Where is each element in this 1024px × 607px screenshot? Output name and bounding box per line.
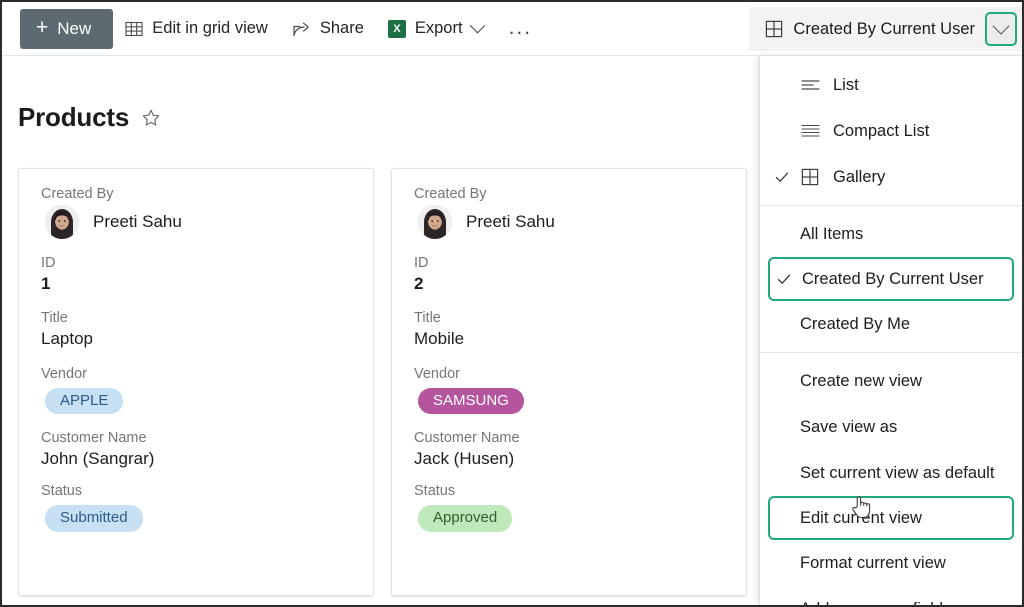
vendor-badge: SAMSUNG	[418, 388, 524, 415]
star-outline-icon[interactable]	[141, 108, 161, 128]
view-selector[interactable]: Created By Current User	[749, 7, 1022, 51]
menu-item-label: Gallery	[833, 167, 886, 186]
customer-name-label: Customer Name	[414, 430, 520, 447]
checkmark-icon	[774, 169, 790, 185]
gallery-card[interactable]: Created By	[391, 168, 747, 596]
excel-icon: X	[387, 19, 406, 38]
menu-item-add-or-remove-fields[interactable]: Add or remove fields	[760, 586, 1022, 606]
created-by-person: Preeti Sahu	[41, 205, 351, 239]
chevron-down-icon	[992, 17, 1010, 35]
created-by-value: Preeti Sahu	[93, 212, 182, 231]
view-selector-chevron-button[interactable]	[985, 12, 1017, 46]
plus-icon: +	[36, 16, 49, 39]
gallery-grid-icon	[765, 20, 783, 38]
gallery-card[interactable]: Created By	[18, 168, 374, 596]
new-button[interactable]: + New	[20, 8, 114, 49]
edit-in-grid-view-button[interactable]: Edit in grid view	[113, 9, 280, 49]
app-window: + New Edit in grid view Share X Export .…	[0, 0, 1024, 607]
page-title-row: Products	[18, 102, 161, 133]
created-by-person: Preeti Sahu	[414, 205, 724, 239]
customer-name-label: Customer Name	[41, 430, 147, 447]
status-label: Status	[414, 483, 456, 500]
menu-item-all-items[interactable]: All Items	[760, 211, 1022, 257]
id-value: 1	[41, 274, 51, 293]
menu-item-set-current-view-as-default[interactable]: Set current view as default	[760, 450, 1022, 496]
gallery-grid-icon	[801, 168, 819, 186]
created-by-value: Preeti Sahu	[466, 212, 555, 231]
title-label: Title	[414, 310, 441, 326]
menu-item-label: Format current view	[800, 553, 946, 572]
status-label: Status	[41, 483, 83, 500]
avatar	[418, 205, 452, 239]
menu-item-label: All Items	[800, 224, 864, 243]
title-value: Mobile	[414, 329, 465, 348]
view-selector-label: Created By Current User	[793, 19, 975, 38]
customer-name-value: Jack (Husen)	[414, 449, 515, 469]
menu-item-label: Save view as	[800, 417, 898, 436]
title-label: Title	[41, 310, 68, 326]
menu-item-gallery[interactable]: Gallery	[760, 154, 1022, 200]
checkmark-icon	[776, 271, 792, 287]
export-label: Export	[414, 19, 463, 37]
menu-item-label: Edit current view	[800, 508, 922, 527]
share-label: Share	[319, 19, 364, 37]
created-by-label: Created By	[41, 186, 114, 202]
share-icon	[292, 20, 311, 38]
id-label: ID	[414, 255, 429, 271]
status-badge: Submitted	[45, 505, 143, 532]
id-label: ID	[41, 255, 56, 271]
menu-item-label: Set current view as default	[800, 463, 995, 482]
list-icon	[801, 77, 820, 93]
menu-item-label: Created By Current User	[802, 269, 984, 288]
menu-divider	[760, 205, 1022, 206]
grid-icon	[125, 20, 143, 38]
gallery-cards: Created By Preeti Sahu ID 1 Title Laptop…	[18, 168, 810, 596]
menu-item-label: List	[833, 75, 859, 94]
share-button[interactable]: Share	[280, 9, 376, 49]
menu-item-label: Created By Me	[800, 314, 911, 333]
title-value: Laptop	[41, 329, 93, 348]
new-button-label: New	[57, 18, 92, 38]
edit-in-grid-view-label: Edit in grid view	[152, 19, 268, 37]
customer-name-value: John (Sangrar)	[41, 449, 155, 469]
menu-item-label: Add or remove fields	[800, 600, 951, 606]
page-title: Products	[18, 102, 130, 132]
menu-divider	[760, 352, 1022, 353]
menu-item-created-by-me[interactable]: Created By Me	[760, 301, 1022, 347]
avatar	[45, 205, 79, 239]
vendor-label: Vendor	[414, 366, 460, 382]
export-button[interactable]: X Export	[376, 9, 495, 49]
menu-item-compact-list[interactable]: Compact List	[760, 108, 1022, 154]
status-badge: Approved	[418, 505, 513, 532]
menu-item-format-current-view[interactable]: Format current view	[760, 540, 1022, 586]
menu-item-label: Create new view	[800, 371, 922, 390]
vendor-label: Vendor	[41, 366, 87, 382]
menu-item-create-new-view[interactable]: Create new view	[760, 358, 1022, 404]
compact-list-icon	[801, 123, 820, 139]
menu-item-created-by-current-user[interactable]: Created By Current User	[768, 257, 1014, 301]
menu-item-list[interactable]: List	[760, 62, 1022, 108]
vendor-badge: APPLE	[45, 388, 124, 415]
menu-item-save-view-as[interactable]: Save view as	[760, 404, 1022, 450]
more-options-icon[interactable]: ...	[495, 9, 547, 49]
menu-item-label: Compact List	[833, 121, 930, 140]
created-by-label: Created By	[414, 186, 487, 202]
view-options-dropdown: List Compact List Gallery All Items Crea…	[759, 56, 1022, 605]
chevron-down-icon	[469, 17, 485, 34]
id-value: 2	[414, 274, 424, 293]
menu-item-edit-current-view[interactable]: Edit current view	[768, 496, 1014, 540]
